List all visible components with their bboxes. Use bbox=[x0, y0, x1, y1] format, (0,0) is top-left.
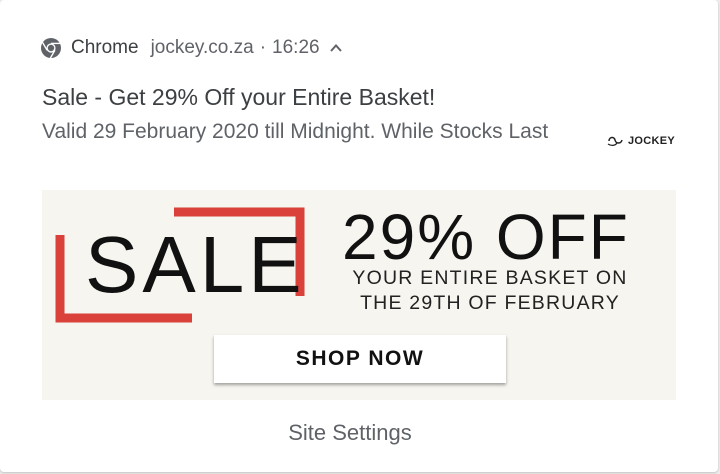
chevron-up-icon[interactable] bbox=[328, 40, 344, 56]
notification-card[interactable]: Chrome jockey.co.za · 16:26 Sale - Get 2… bbox=[0, 0, 718, 472]
sale-heading: SALE bbox=[85, 220, 306, 309]
jockey-mark-icon bbox=[607, 136, 623, 147]
notification-time: 16:26 bbox=[272, 37, 320, 58]
header-separator: · bbox=[259, 37, 267, 58]
notification-title: Sale - Get 29% Off your Entire Basket! bbox=[42, 84, 436, 110]
notification-header: Chrome jockey.co.za · 16:26 bbox=[40, 36, 344, 60]
discount-headline: 29% OFF bbox=[342, 201, 630, 273]
shop-now-button[interactable]: SHOP NOW bbox=[214, 335, 506, 383]
chrome-icon bbox=[40, 37, 62, 59]
app-name: Chrome bbox=[71, 37, 139, 58]
promo-subline-1: YOUR ENTIRE BASKET ON bbox=[352, 267, 628, 289]
jockey-logo-text: JOCKEY bbox=[628, 135, 676, 147]
promo-subline-2: THE 29TH OF FEBRUARY bbox=[360, 292, 620, 314]
notification-body: Valid 29 February 2020 till Midnight. Wh… bbox=[42, 120, 549, 143]
promo-banner-image[interactable]: SALE 29% OFF YOUR ENTIRE BASKET ON THE 2… bbox=[42, 190, 676, 400]
jockey-logo: JOCKEY bbox=[606, 134, 675, 148]
origin-domain: jockey.co.za bbox=[150, 37, 254, 58]
site-settings-button[interactable]: Site Settings bbox=[0, 420, 700, 446]
